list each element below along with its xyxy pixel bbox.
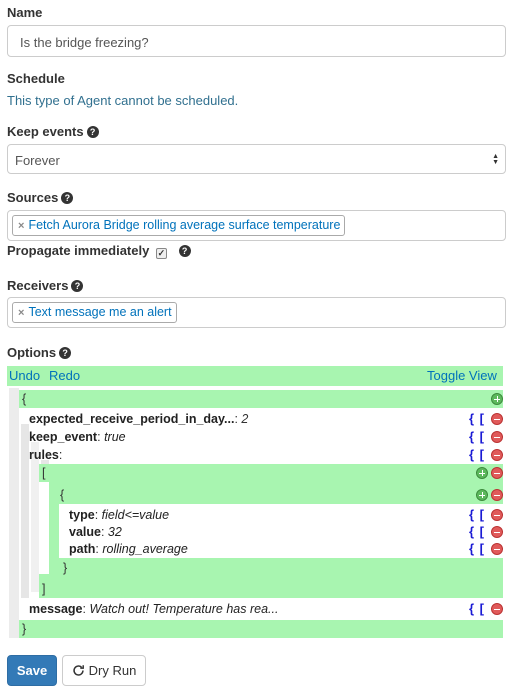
dry-run-label: Dry Run: [88, 663, 137, 678]
sources-label-text: Sources: [7, 190, 59, 205]
sources-label: Sources?: [7, 190, 74, 205]
json-entry-type[interactable]: type: field<=value { [: [69, 506, 503, 524]
propagate-label-text: Propagate immediately: [7, 243, 150, 258]
close-brace: }: [22, 622, 27, 636]
delete-icon[interactable]: [491, 489, 503, 501]
brace-icon[interactable]: { [: [469, 410, 485, 428]
add-icon[interactable]: [476, 467, 488, 479]
question-icon[interactable]: ?: [86, 126, 99, 138]
brace-icon[interactable]: { [: [469, 540, 485, 558]
indent-rail: [59, 504, 67, 558]
entry-value: true: [104, 430, 126, 444]
toggle-view-button[interactable]: Toggle View: [427, 366, 497, 386]
refresh-icon: [72, 665, 84, 676]
schedule-hint: This type of Agent cannot be scheduled.: [7, 93, 239, 108]
select-arrows-icon: ▲ ▼: [492, 153, 499, 166]
indent-rail: [39, 482, 49, 574]
open-brace: {: [60, 488, 65, 502]
keep-events-label-text: Keep events: [7, 124, 84, 139]
add-icon[interactable]: [476, 489, 488, 501]
brace-icon[interactable]: { [: [469, 446, 485, 464]
entry-value: Watch out! Temperature has rea...: [89, 602, 279, 616]
json-entry-value[interactable]: value: 32 { [: [69, 523, 503, 541]
delete-icon[interactable]: [491, 603, 503, 615]
indent-rail: [9, 388, 19, 638]
receivers-label: Receivers?: [7, 278, 84, 293]
delete-icon[interactable]: [491, 543, 503, 555]
json-editor: Undo Redo Toggle View { expected_receive…: [7, 366, 503, 638]
brace-icon[interactable]: { [: [469, 600, 485, 618]
json-root-close: }: [19, 620, 503, 638]
keep-events-label: Keep events?: [7, 124, 99, 139]
propagate-checkbox[interactable]: ✓: [155, 248, 167, 259]
source-token-label: Fetch Aurora Bridge rolling average surf…: [28, 218, 341, 232]
entry-key: value: [69, 525, 101, 539]
json-entry-message[interactable]: message: Watch out! Temperature has rea.…: [29, 600, 503, 618]
redo-button[interactable]: Redo: [49, 366, 80, 386]
receiver-token: × Text message me an alert: [12, 302, 177, 323]
sources-field[interactable]: × Fetch Aurora Bridge rolling average sur…: [7, 210, 506, 241]
question-icon[interactable]: ?: [71, 280, 84, 292]
options-label-text: Options: [7, 345, 57, 360]
indent-rail: [21, 424, 29, 598]
schedule-label: Schedule: [7, 71, 65, 86]
question-icon[interactable]: ?: [61, 192, 74, 204]
question-icon[interactable]: ?: [178, 245, 191, 257]
json-root-open[interactable]: {: [19, 390, 503, 408]
name-input-value: Is the bridge freezing?: [20, 35, 149, 50]
entry-key: rules: [29, 448, 59, 462]
receivers-field[interactable]: × Text message me an alert: [7, 297, 506, 328]
brace-icon[interactable]: { [: [469, 523, 485, 541]
indent-rail: [31, 442, 39, 592]
delete-icon[interactable]: [491, 413, 503, 425]
options-label: Options?: [7, 345, 72, 360]
undo-button[interactable]: Undo: [9, 366, 40, 386]
delete-icon[interactable]: [491, 509, 503, 521]
entry-value: field<=value: [101, 508, 170, 522]
brace-icon[interactable]: { [: [469, 428, 485, 446]
save-button[interactable]: Save: [7, 655, 57, 686]
keep-events-selected: Forever: [15, 153, 60, 168]
entry-key: type: [69, 508, 95, 522]
name-label: Name: [7, 5, 43, 20]
json-object-open[interactable]: {: [59, 486, 503, 504]
keep-events-select[interactable]: Forever ▲ ▼: [7, 144, 506, 174]
json-object-close: }: [59, 559, 503, 577]
json-entry-expected-receive[interactable]: expected_receive_period_in_day...: 2 { [: [29, 410, 503, 428]
entry-key: expected_receive_period_in_day...: [29, 412, 235, 426]
json-array-open[interactable]: [: [41, 464, 503, 482]
receiver-token-label: Text message me an alert: [28, 305, 172, 319]
delete-icon[interactable]: [491, 449, 503, 461]
add-icon[interactable]: [491, 393, 503, 405]
entry-key: keep_event: [29, 430, 98, 444]
entry-value: 2: [241, 412, 249, 426]
close-brace: }: [63, 561, 68, 575]
propagate-label: Propagate immediately ✓ ?: [7, 243, 191, 259]
delete-icon[interactable]: [491, 431, 503, 443]
question-icon[interactable]: ?: [59, 347, 72, 359]
source-token: × Fetch Aurora Bridge rolling average sur…: [12, 215, 346, 236]
remove-token-icon[interactable]: ×: [18, 307, 24, 319]
close-bracket: ]: [42, 582, 46, 596]
dry-run-button[interactable]: Dry Run: [62, 655, 146, 686]
entry-value: 32: [107, 525, 122, 539]
name-input[interactable]: Is the bridge freezing?: [7, 25, 506, 57]
editor-menu: Undo Redo Toggle View: [7, 366, 503, 386]
entry-key: message: [29, 602, 83, 616]
open-brace: {: [22, 392, 27, 406]
entry-value: rolling_average: [102, 542, 188, 556]
open-bracket: [: [42, 466, 46, 480]
delete-icon[interactable]: [491, 526, 503, 538]
json-entry-keep-event[interactable]: keep_event: true { [: [29, 428, 503, 446]
brace-icon[interactable]: { [: [469, 506, 485, 524]
json-array-close: ]: [41, 580, 503, 598]
remove-token-icon[interactable]: ×: [18, 220, 24, 232]
receivers-label-text: Receivers: [7, 278, 69, 293]
json-entry-path[interactable]: path: rolling_average { [: [69, 540, 503, 558]
entry-key: path: [69, 542, 96, 556]
json-entry-rules[interactable]: rules: { [: [29, 446, 503, 464]
delete-icon[interactable]: [491, 467, 503, 479]
